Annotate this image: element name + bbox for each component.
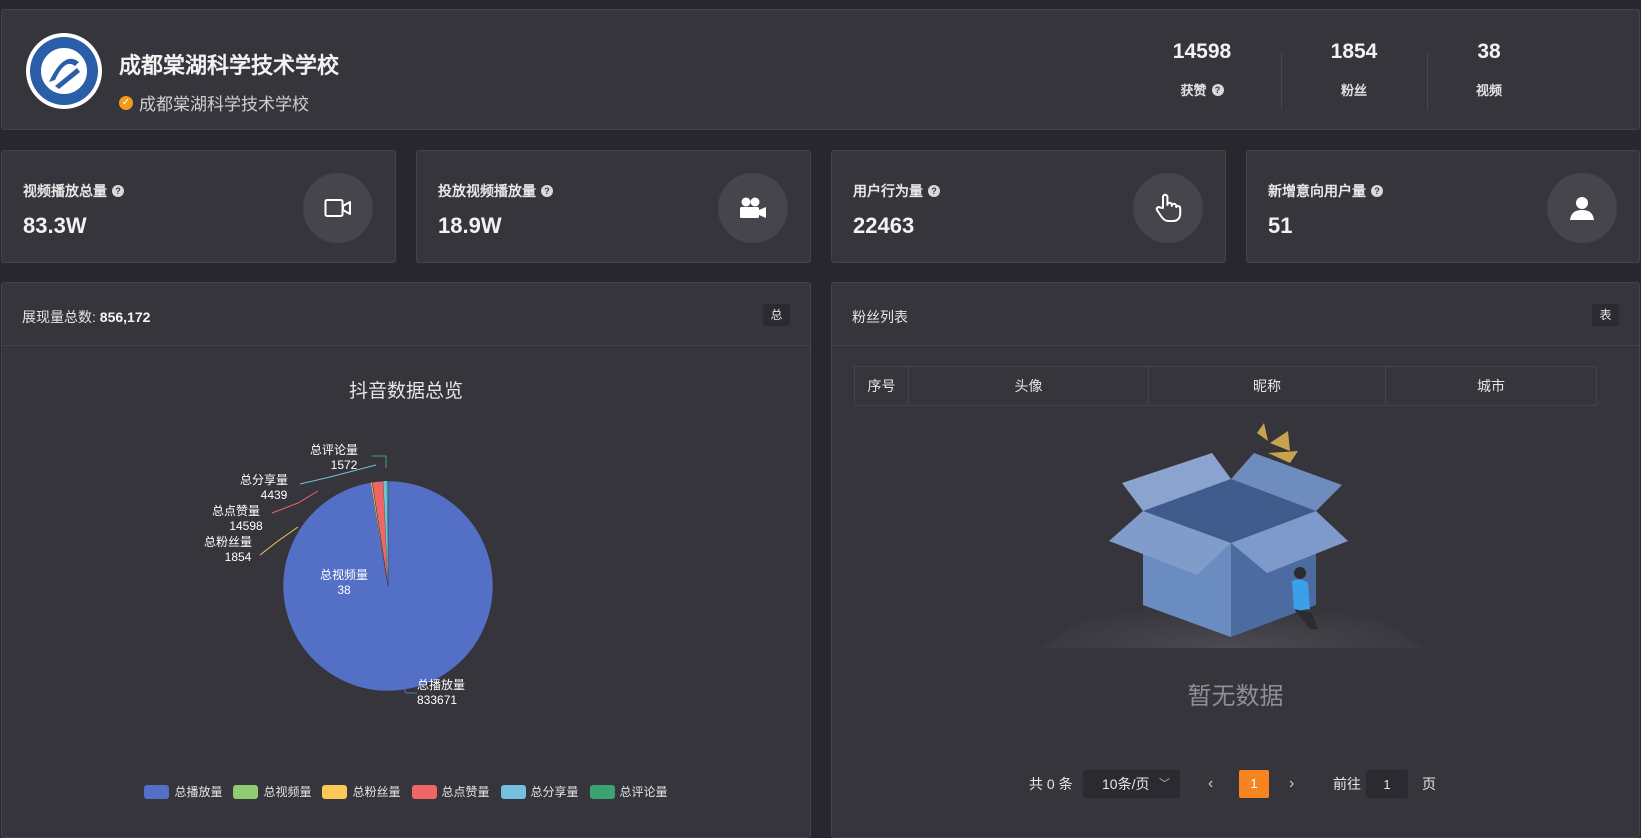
slice-label-name: 总粉丝量 — [204, 535, 252, 549]
page-unit-label: 页 — [1422, 776, 1436, 792]
legend-label: 总分享量 — [530, 785, 579, 799]
slice-label-name: 总点赞量 — [212, 504, 260, 518]
legend-item[interactable]: 总视频量 — [233, 783, 311, 800]
stat-fans-label: 粉丝 — [1340, 83, 1367, 98]
empty-box-illustration — [1042, 423, 1422, 648]
legend-swatch — [411, 784, 437, 799]
slice-label-value: 4439 — [261, 488, 288, 502]
stat-fans-value: 1854 — [1330, 40, 1378, 63]
overview-chart-panel: 展现量总数: 856,172 总 抖音数据总览 总播放量 833671 总视频量 38… — [1, 282, 811, 838]
panel-tag: 表 — [1592, 304, 1619, 326]
verified-label: ✓ 成都棠湖科学技术学校 — [119, 90, 309, 115]
page-size-value: 10条/页 — [1102, 776, 1150, 792]
page-size-select[interactable]: 10条/页 ﹀ — [1083, 770, 1180, 798]
user-icon — [1547, 173, 1617, 243]
hand-pointer-icon — [1133, 173, 1203, 243]
pagination: 共 0 条 10条/页 ﹀ ‹ 1 › 前往 页 — [832, 770, 1639, 798]
legend-label: 总视频量 — [263, 785, 312, 799]
metric-value: 18.9W — [438, 213, 502, 238]
stat-videos: 38 视频 — [1419, 40, 1559, 100]
video-camera-icon — [303, 173, 373, 243]
label-leader-line — [372, 455, 387, 468]
legend-swatch — [144, 784, 170, 799]
pie-chart: 总播放量833671 总视频量38 总粉丝量1854 总点赞量14598 总分享量443… — [204, 443, 494, 707]
slice-label-value: 1572 — [331, 458, 358, 472]
empty-state-text: 暂无数据 — [1187, 683, 1284, 710]
panel-header: 粉丝列表 表 — [832, 283, 1639, 346]
panel-title: 粉丝列表 — [852, 309, 908, 325]
metric-label: 投放视频播放量 — [438, 183, 536, 199]
slice-label-value: 1854 — [225, 550, 252, 564]
legend-item[interactable]: 总评论量 — [589, 783, 668, 800]
goto-page-input[interactable] — [1366, 770, 1408, 798]
help-icon[interactable]: ? — [112, 185, 124, 197]
slice-label-name: 总视频量 — [320, 567, 368, 582]
column-header-nickname[interactable]: 昵称 — [1149, 367, 1386, 405]
metric-value: 22463 — [853, 213, 915, 238]
metric-card-new-intent-users: 新增意向用户量? 51 — [1246, 150, 1640, 263]
metric-value: 83.3W — [23, 213, 87, 238]
column-header-index[interactable]: 序号 — [855, 367, 909, 405]
legend-label: 总播放量 — [174, 785, 223, 799]
legend-item[interactable]: 总播放量 — [144, 783, 222, 800]
column-header-city[interactable]: 城市 — [1386, 367, 1596, 405]
verified-check-icon: ✓ — [119, 95, 133, 110]
metric-card-total-plays: 视频播放总量? 83.3W — [1, 150, 396, 263]
metric-label: 视频播放总量 — [23, 183, 107, 199]
metric-label: 用户行为量 — [853, 183, 923, 199]
help-icon[interactable]: ? — [541, 185, 553, 197]
legend-item[interactable]: 总粉丝量 — [322, 783, 401, 800]
help-icon[interactable]: ? — [1371, 185, 1383, 197]
page-button-current[interactable]: 1 — [1239, 770, 1269, 798]
legend-swatch — [322, 784, 348, 799]
slice-label-name: 总分享量 — [240, 472, 288, 487]
metric-card-user-actions: 用户行为量? 22463 — [831, 150, 1226, 263]
school-logo — [26, 33, 102, 109]
legend-label: 总点赞量 — [441, 785, 490, 799]
next-page-button[interactable]: › — [1289, 770, 1294, 798]
chart-legend: 总播放量 总视频量 总粉丝量 总点赞量 总分享量 总评论量 — [2, 783, 810, 800]
stat-videos-label: 视频 — [1475, 83, 1502, 98]
fans-table-header: 序号 头像 昵称 城市 — [854, 366, 1597, 406]
verified-name: 成都棠湖科学技术学校 — [139, 95, 309, 114]
slice-label-value: 38 — [337, 583, 351, 597]
account-header: 成都棠湖科学技术学校 ✓ 成都棠湖科学技术学校 14598 获赞? 1854 粉… — [1, 9, 1640, 130]
legend-item[interactable]: 总分享量 — [500, 783, 579, 800]
stat-likes: 14598 获赞? — [1132, 40, 1272, 100]
slice-label-name: 总评论量 — [310, 443, 358, 457]
stat-videos-value: 38 — [1477, 40, 1501, 63]
legend-item[interactable]: 总点赞量 — [411, 783, 490, 800]
goto-label: 前往 — [1333, 776, 1361, 792]
help-icon[interactable]: ? — [1211, 83, 1224, 96]
legend-label: 总评论量 — [619, 785, 668, 799]
legend-label: 总粉丝量 — [352, 785, 401, 799]
metric-label: 新增意向用户量 — [1268, 183, 1366, 199]
chevron-down-icon: ﹀ — [1159, 778, 1170, 790]
legend-swatch — [500, 784, 526, 799]
fans-list-panel: 粉丝列表 表 序号 头像 昵称 城市 暂无数据 共 0 条 10条/页 ﹀ ‹ … — [831, 282, 1640, 838]
divider — [1281, 52, 1282, 110]
legend-swatch — [589, 784, 615, 799]
column-header-avatar[interactable]: 头像 — [909, 367, 1149, 405]
slice-label-value: 14598 — [229, 519, 263, 533]
stat-fans: 1854 粉丝 — [1284, 40, 1424, 100]
help-icon[interactable]: ? — [928, 185, 940, 197]
movie-camera-icon — [718, 173, 788, 243]
slice-label-value: 833671 — [417, 693, 457, 707]
stat-likes-label: 获赞 — [1180, 83, 1207, 98]
slice-label-name: 总播放量 — [417, 677, 465, 692]
prev-page-button[interactable]: ‹ — [1208, 770, 1213, 798]
legend-swatch — [233, 784, 259, 799]
metric-value: 51 — [1268, 213, 1293, 238]
stat-likes-value: 14598 — [1172, 40, 1232, 63]
account-name: 成都棠湖科学技术学校 — [119, 53, 340, 78]
pagination-total: 共 0 条 — [1029, 776, 1073, 792]
metric-card-promo-plays: 投放视频播放量? 18.9W — [416, 150, 811, 263]
